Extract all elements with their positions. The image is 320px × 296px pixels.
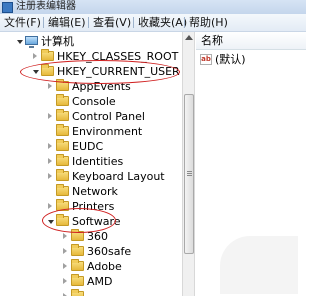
tree-node-label: 计算机 <box>41 35 74 48</box>
menu-separator <box>184 17 185 28</box>
tree-node-control-panel[interactable]: Control Panel <box>0 109 180 124</box>
folder-icon <box>56 154 69 166</box>
tree-node-software[interactable]: Software <box>0 214 180 229</box>
expand-arrow-icon[interactable] <box>48 173 52 179</box>
tree-node-360[interactable]: 360 <box>0 229 180 244</box>
string-value-icon: ab <box>200 54 212 65</box>
scroll-up-arrow-icon[interactable] <box>185 35 193 40</box>
scroll-thumb[interactable] <box>184 94 194 254</box>
menu-separator <box>43 17 44 28</box>
column-header-name[interactable]: 名称 <box>196 32 306 50</box>
folder-icon <box>56 79 69 91</box>
folder-icon <box>71 244 84 256</box>
tree-node-console[interactable]: Console <box>0 94 180 109</box>
menu-separator <box>133 17 134 28</box>
expand-arrow-icon[interactable] <box>63 263 67 269</box>
grip-line <box>187 171 192 172</box>
tree-node-label: Software <box>72 215 121 228</box>
tree-node-partial[interactable] <box>0 289 180 296</box>
regedit-app-icon <box>2 2 13 13</box>
value-row[interactable]: ab (默认) <box>200 53 304 67</box>
expand-arrow-icon[interactable] <box>33 53 37 59</box>
tree-node-label: Keyboard Layout <box>72 170 165 183</box>
tree-node-hkey-classes-root[interactable]: HKEY_CLASSES_ROOT <box>0 49 180 64</box>
tree-node-label: AppEvents <box>72 80 131 93</box>
menu-help[interactable]: 帮助(H) <box>189 16 228 29</box>
registry-tree[interactable]: 计算机 HKEY_CLASSES_ROOT HKEY_CURRENT_USER … <box>0 32 182 296</box>
tree-node-label: AMD <box>87 275 113 288</box>
grip-line <box>187 173 192 174</box>
value-name: (默认) <box>215 53 246 66</box>
tree-node-label: HKEY_CURRENT_USER <box>57 65 180 78</box>
menu-favorites[interactable]: 收藏夹(A) <box>138 16 187 29</box>
tree-node-computer[interactable]: 计算机 <box>0 34 180 49</box>
folder-icon <box>56 124 69 136</box>
tree-node-printers[interactable]: Printers <box>0 199 180 214</box>
folder-icon <box>56 139 69 151</box>
expand-arrow-icon[interactable] <box>48 83 52 89</box>
tree-node-label: Printers <box>72 200 115 213</box>
folder-icon <box>41 49 54 61</box>
tree-node-360safe[interactable]: 360safe <box>0 244 180 259</box>
collapse-arrow-icon[interactable] <box>17 40 23 44</box>
folder-icon <box>56 109 69 121</box>
tree-node-amd[interactable]: AMD <box>0 274 180 289</box>
folder-icon <box>71 259 84 271</box>
tree-node-environment[interactable]: Environment <box>0 124 180 139</box>
folder-icon <box>56 184 69 196</box>
collapse-arrow-icon[interactable] <box>33 70 39 74</box>
menu-bar: 文件(F) 编辑(E) 查看(V) 收藏夹(A) 帮助(H) <box>0 14 306 32</box>
title-bar: 注册表编辑器 <box>0 0 306 14</box>
folder-icon <box>56 199 69 211</box>
menu-separator <box>88 17 89 28</box>
tree-node-label: HKEY_CLASSES_ROOT <box>57 50 179 63</box>
window-title: 注册表编辑器 <box>16 1 76 12</box>
collapse-arrow-icon[interactable] <box>48 220 54 224</box>
tree-node-label: 360 <box>87 230 108 243</box>
tree-node-label: Control Panel <box>72 110 145 123</box>
expand-arrow-icon[interactable] <box>48 158 52 164</box>
tree-node-label: Adobe <box>87 260 122 273</box>
folder-icon <box>71 229 84 241</box>
computer-icon <box>25 36 38 48</box>
column-header-label: 名称 <box>201 34 223 47</box>
menu-view[interactable]: 查看(V) <box>93 16 131 29</box>
tree-node-label: Identities <box>72 155 124 168</box>
tree-node-keyboard-layout[interactable]: Keyboard Layout <box>0 169 180 184</box>
grip-line <box>187 175 192 176</box>
tree-node-label: Network <box>72 185 118 198</box>
expand-arrow-icon[interactable] <box>63 248 67 254</box>
expand-arrow-icon[interactable] <box>63 278 67 284</box>
tree-node-identities[interactable]: Identities <box>0 154 180 169</box>
tree-node-label: Environment <box>72 125 143 138</box>
tree-node-label: 360safe <box>87 245 132 258</box>
tree-node-eudc[interactable]: EUDC <box>0 139 180 154</box>
folder-icon <box>71 289 84 296</box>
folder-icon <box>56 94 69 106</box>
expand-arrow-icon[interactable] <box>63 233 67 239</box>
expand-arrow-icon[interactable] <box>48 143 52 149</box>
tree-node-network[interactable]: Network <box>0 184 180 199</box>
menu-edit[interactable]: 编辑(E) <box>48 16 86 29</box>
tree-scrollbar[interactable] <box>182 32 195 296</box>
folder-icon <box>56 214 69 226</box>
folder-icon <box>41 64 54 76</box>
tree-node-label: Console <box>72 95 116 108</box>
tree-node-adobe[interactable]: Adobe <box>0 259 180 274</box>
folder-icon <box>71 274 84 286</box>
tree-node-appevents[interactable]: AppEvents <box>0 79 180 94</box>
folder-icon <box>56 169 69 181</box>
menu-file[interactable]: 文件(F) <box>4 16 41 29</box>
tree-node-label: EUDC <box>72 140 104 153</box>
expand-arrow-icon[interactable] <box>48 113 52 119</box>
tree-node-hkey-current-user[interactable]: HKEY_CURRENT_USER <box>0 64 180 79</box>
expand-arrow-icon[interactable] <box>48 203 52 209</box>
watermark-overlay <box>220 236 298 294</box>
